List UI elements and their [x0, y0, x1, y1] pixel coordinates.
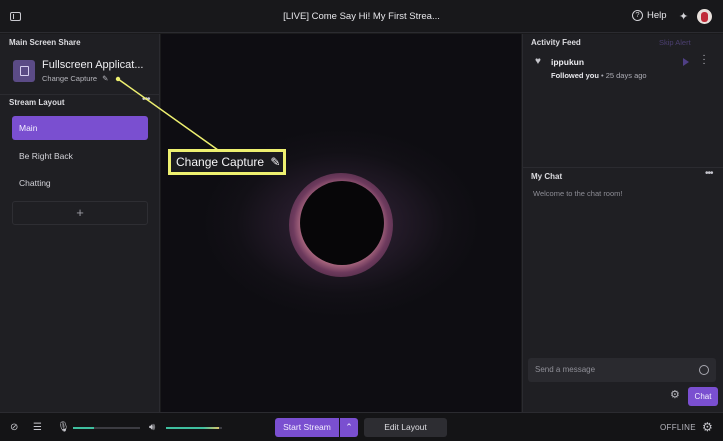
feed-action: Followed you: [551, 71, 599, 80]
heart-icon: ♥: [535, 56, 541, 67]
help-icon: ?: [632, 10, 643, 21]
speaker-icon[interactable]: 🔊︎: [149, 422, 155, 433]
stream-options-chevron-up-icon[interactable]: ⌃: [340, 418, 358, 437]
change-capture-link[interactable]: Change Capture ✎: [42, 74, 108, 83]
capture-title: Fullscreen Applicat...: [42, 59, 144, 71]
feed-item-more-icon[interactable]: · · ·: [702, 51, 706, 69]
capture-app-icon: [13, 60, 35, 82]
mixer-sliders-icon[interactable]: ☰: [33, 422, 42, 433]
divider: [523, 167, 723, 168]
feed-username[interactable]: ippukun: [551, 57, 584, 67]
feed-detail: Followed you • 25 days ago: [551, 71, 647, 80]
start-stream-button[interactable]: Start Stream: [275, 418, 339, 437]
avatar[interactable]: [697, 9, 712, 24]
capture-source-card[interactable]: Fullscreen Applicat... Change Capture ✎: [2, 53, 158, 94]
stream-layout-heading: Stream Layout: [9, 98, 65, 107]
title-bar: [LIVE] Come Say Hi! My First Strea... ? …: [0, 0, 723, 33]
stream-status: OFFLINE: [660, 423, 696, 432]
chat-send-button[interactable]: Chat: [688, 387, 718, 406]
emoji-icon[interactable]: [699, 365, 709, 375]
help-button[interactable]: ? Help: [632, 10, 667, 21]
microphone-icon[interactable]: 🎙︎: [57, 422, 70, 433]
chat-input[interactable]: Send a message: [528, 358, 716, 382]
feed-time: • 25 days ago: [598, 71, 647, 80]
volume-level-fill: [166, 427, 220, 429]
volume-slider[interactable]: [166, 427, 222, 429]
callout-pencil-icon: ✎: [270, 155, 281, 169]
mic-level-slider[interactable]: [73, 427, 140, 429]
camera-off-icon[interactable]: ⊘: [10, 422, 18, 433]
my-chat-heading: My Chat: [531, 172, 563, 181]
layout-item-chatting[interactable]: Chatting: [12, 171, 148, 195]
change-capture-label: Change Capture: [42, 74, 98, 83]
mic-level-fill: [73, 427, 95, 429]
help-label: Help: [647, 10, 667, 21]
edit-layout-button[interactable]: Edit Layout: [364, 418, 447, 437]
settings-gear-icon[interactable]: ⚙: [702, 420, 713, 434]
chat-welcome-message: Welcome to the chat room!: [533, 189, 623, 198]
screen-share-heading: Main Screen Share: [9, 38, 81, 47]
left-panel: Main Screen Share Fullscreen Applicat...…: [0, 34, 160, 412]
sparkle-icon[interactable]: ✦: [679, 10, 688, 23]
activity-feed-heading: Activity Feed: [531, 38, 581, 47]
divider: [0, 94, 160, 95]
callout-label: Change Capture: [176, 155, 265, 169]
layout-item-be-right-back[interactable]: Be Right Back: [12, 144, 148, 168]
change-capture-callout: Change Capture ✎: [168, 149, 286, 175]
eclipse-disk: [300, 181, 384, 265]
chat-more-options-icon[interactable]: •••: [705, 168, 713, 179]
more-options-icon[interactable]: •••: [142, 94, 150, 105]
pencil-icon: ✎: [102, 74, 109, 83]
stream-preview: [161, 34, 521, 412]
add-layout-button[interactable]: +: [12, 201, 148, 225]
layout-item-main[interactable]: Main: [12, 116, 148, 140]
skip-alert-button[interactable]: Skip Alert: [659, 38, 691, 47]
chat-settings-gear-icon[interactable]: ⚙: [670, 388, 680, 401]
right-panel: Activity Feed Skip Alert ♥ ippukun Follo…: [522, 34, 723, 412]
window-title: [LIVE] Come Say Hi! My First Strea...: [283, 11, 440, 22]
bottom-bar: ⊘ ☰ 🎙︎ 🔊︎ Start Stream ⌃ Edit Layout OFF…: [0, 412, 723, 441]
play-icon[interactable]: [683, 58, 689, 66]
